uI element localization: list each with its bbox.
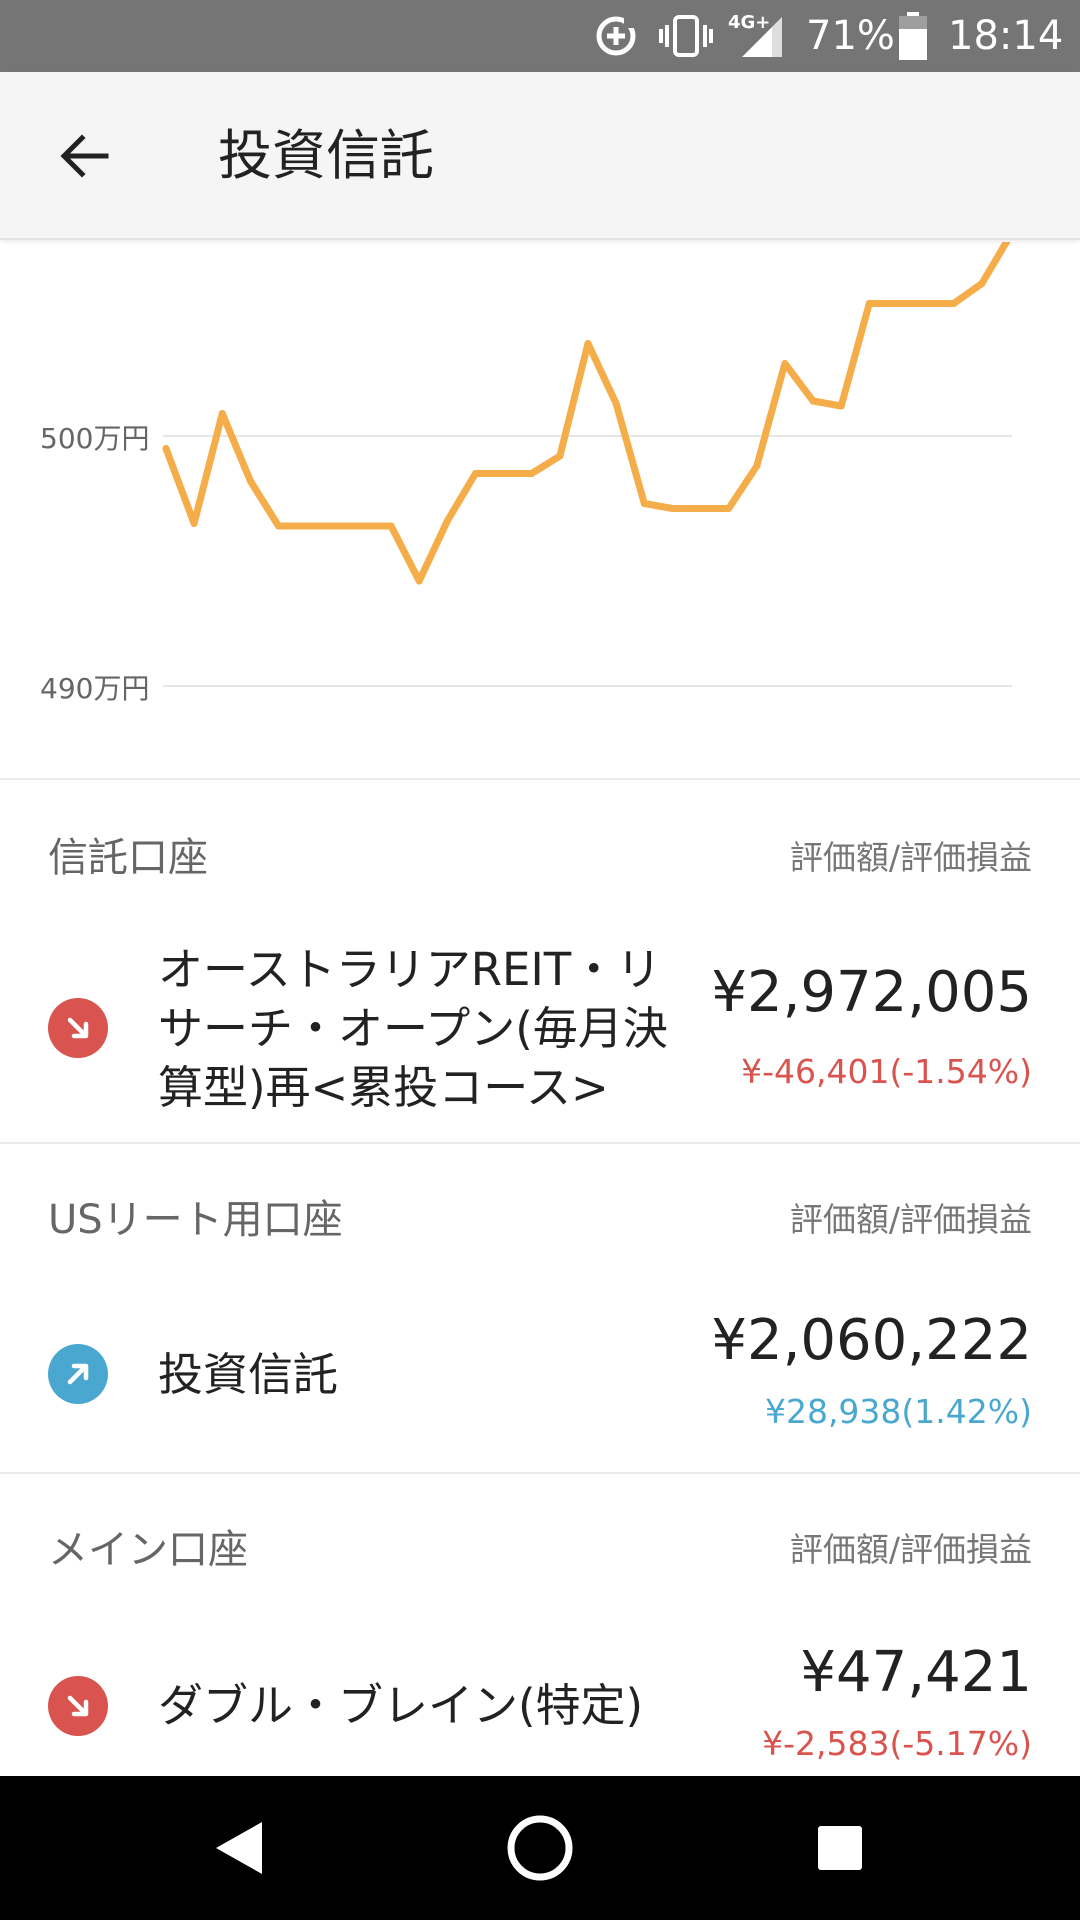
fund-value: ¥2,972,005 [711, 960, 1032, 1025]
fund-change: ¥-2,583(-5.17%) [762, 1724, 1032, 1763]
vibrate-icon [658, 0, 714, 72]
app-bar: 投資信託 [0, 72, 1080, 240]
data-point [387, 522, 395, 530]
data-point [865, 300, 873, 307]
data-point [556, 452, 564, 460]
data-point [809, 397, 817, 405]
battery-percent: 71% [806, 13, 895, 59]
battery-icon [898, 0, 928, 72]
data-point [443, 517, 451, 525]
arrow-back-icon [60, 134, 109, 178]
series-line [162, 232, 1014, 585]
fund-name: 投資信託 [158, 1348, 339, 1401]
nav-recents-button[interactable] [760, 1776, 920, 1920]
data-point [837, 402, 845, 410]
column-label: 評価額/評価損益 [789, 1530, 1032, 1569]
data-point [753, 462, 761, 470]
data-point [950, 300, 958, 307]
fund-row-double-brain[interactable]: ダブル・ブレイン(特定) ¥47,421 ¥-2,583(-5.17%) [0, 1610, 1080, 1776]
y-tick-label: 490万円 [40, 672, 149, 705]
column-label: 評価額/評価損益 [789, 1200, 1032, 1239]
fund-row-investment-trust[interactable]: 投資信託 ¥2,060,222 ¥28,938(1.42%) [0, 1280, 1080, 1472]
data-point [697, 505, 705, 512]
data-point [303, 522, 311, 530]
divider [0, 778, 1080, 780]
fund-name: オーストラリアREIT・リ サーチ・オープン(毎月決 算型)再<累投コース> [158, 943, 668, 1114]
arrow-down-right-icon [48, 1676, 108, 1736]
data-point [781, 360, 789, 367]
data-point [640, 500, 648, 507]
section-header-us-reit-account: USリート用口座 評価額/評価損益 [0, 1180, 1080, 1260]
fund-change: ¥28,938(1.42%) [764, 1392, 1032, 1431]
section-title: メイン口座 [48, 1527, 248, 1573]
data-point [162, 445, 170, 452]
data-point [218, 410, 226, 417]
data-point [668, 505, 676, 512]
section-header-trust-account: 信託口座 評価額/評価損益 [0, 818, 1080, 898]
data-point [584, 340, 592, 347]
column-label: 評価額/評価損益 [789, 838, 1032, 877]
section-title: USリート用口座 [48, 1197, 343, 1243]
y-tick-label: 500万円 [40, 422, 149, 455]
data-point [500, 470, 508, 477]
arrow-down-right-icon [48, 998, 108, 1058]
fund-value: ¥2,060,222 [711, 1308, 1032, 1373]
nav-home-button[interactable] [460, 1776, 620, 1920]
data-point [415, 577, 423, 585]
nav-back-button[interactable] [160, 1776, 320, 1920]
nav-recents-icon [818, 1826, 862, 1870]
data-point [922, 300, 930, 307]
status-bar: 4G+ 71% 18:14 [0, 0, 1080, 72]
data-point [246, 477, 254, 485]
fund-row-australia-reit[interactable]: オーストラリアREIT・リ サーチ・オープン(毎月決 算型)再<累投コース> ¥… [0, 920, 1080, 1142]
data-point [978, 280, 986, 287]
data-point [893, 300, 901, 307]
page-title: 投資信託 [218, 124, 434, 187]
fund-name: ダブル・ブレイン(特定) [158, 1679, 644, 1732]
divider [0, 1472, 1080, 1474]
data-point [359, 522, 367, 530]
clock: 18:14 [948, 13, 1064, 59]
nav-home-icon [507, 1815, 573, 1881]
fund-value: ¥47,421 [800, 1640, 1032, 1705]
data-point [331, 522, 339, 530]
data-point [190, 520, 198, 527]
data-point [275, 522, 283, 530]
signal-icon [738, 0, 784, 72]
data-point [471, 470, 479, 477]
arrow-up-right-icon [48, 1344, 108, 1404]
nav-back-icon [216, 1822, 262, 1874]
line-chart: 500万円 490万円 [0, 232, 1080, 778]
section-header-main-account: メイン口座 評価額/評価損益 [0, 1510, 1080, 1590]
navigation-bar [0, 1776, 1080, 1920]
fund-change: ¥-46,401(-1.54%) [741, 1052, 1032, 1091]
divider [0, 1142, 1080, 1144]
back-button[interactable] [40, 112, 128, 200]
data-point [528, 470, 536, 477]
section-title: 信託口座 [48, 835, 208, 881]
data-point [612, 400, 620, 407]
data-point [725, 505, 733, 512]
data-saver-icon [594, 0, 638, 72]
